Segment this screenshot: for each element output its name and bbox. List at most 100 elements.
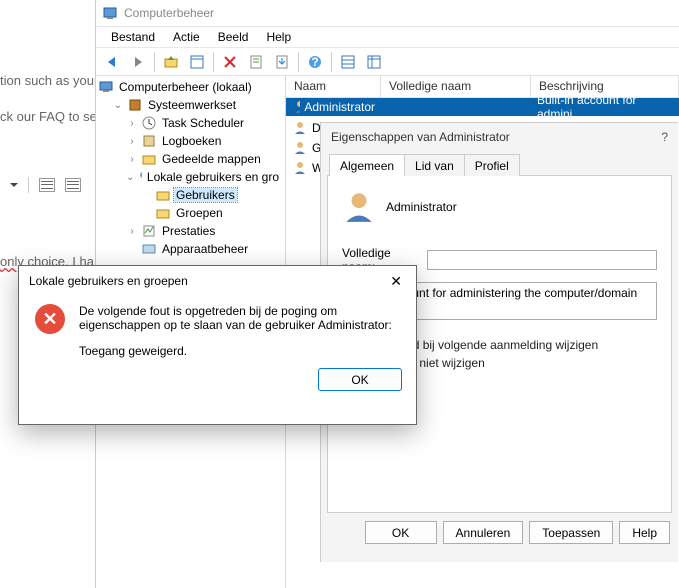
error-dialog: Lokale gebruikers en groepen ✕ ✕ De volg…	[18, 265, 417, 425]
toolbar: ?	[96, 48, 679, 76]
tree-label: Gebruikers	[174, 188, 237, 202]
tree-lokale-gebruikers[interactable]: ⌄ Lokale gebruikers en gro	[126, 168, 285, 186]
help-button[interactable]: Help	[619, 521, 670, 544]
user-icon	[292, 120, 308, 136]
tab-lid-van[interactable]: Lid van	[404, 154, 465, 176]
tree-prestaties[interactable]: › Prestaties	[126, 222, 285, 240]
user-large-icon	[342, 190, 376, 224]
delete-button[interactable]	[218, 50, 242, 74]
error-ok-button[interactable]: OK	[318, 368, 402, 391]
tree-systeemwerkset[interactable]: ⌄ Systeemwerkset	[112, 96, 285, 114]
help-button[interactable]: ?	[661, 130, 668, 144]
fullname-input[interactable]	[427, 250, 657, 270]
list-view-icon	[340, 54, 356, 70]
show-hide-button[interactable]	[185, 50, 209, 74]
bg-text: ck our FAQ to see	[0, 109, 104, 124]
collapse-icon[interactable]: ⌄	[112, 100, 124, 111]
tree-gebruikers[interactable]: Gebruikers	[140, 186, 285, 204]
device-icon	[141, 241, 157, 257]
tree-apparaatbeheer[interactable]: Apparaatbeheer	[126, 240, 285, 258]
menu-beeld[interactable]: Beeld	[209, 27, 258, 47]
list-icon	[39, 178, 55, 192]
tree-label: Gedeelde mappen	[160, 152, 263, 166]
titlebar: Computerbeheer	[96, 0, 679, 26]
cancel-button[interactable]: Annuleren	[443, 521, 524, 544]
folder-icon	[155, 205, 171, 221]
tab-profiel[interactable]: Profiel	[464, 154, 520, 176]
detail-view-icon	[366, 54, 382, 70]
window-icon	[189, 54, 205, 70]
tools-icon	[127, 97, 143, 113]
log-icon	[141, 133, 157, 149]
delete-icon	[222, 54, 238, 70]
tree-label: Computerbeheer (lokaal)	[117, 80, 254, 94]
back-button[interactable]	[100, 50, 124, 74]
bg-toolbar	[10, 177, 81, 193]
tree-label: Apparaatbeheer	[160, 242, 250, 256]
tabstrip: Algemeen Lid van Profiel	[321, 151, 678, 175]
list-row-administrator[interactable]: Administrator Built-in account for admin…	[286, 98, 679, 116]
close-button[interactable]: ✕	[384, 271, 408, 292]
app-icon	[102, 5, 118, 21]
tree-task-scheduler[interactable]: › Task Scheduler	[126, 114, 285, 132]
error-detail: Toegang geweigerd.	[79, 344, 400, 358]
computer-icon	[98, 79, 114, 95]
menu-bestand[interactable]: Bestand	[102, 27, 164, 47]
error-title: Lokale gebruikers en groepen	[29, 274, 188, 288]
tree-label: Logboeken	[160, 134, 223, 148]
refresh-button[interactable]	[244, 50, 268, 74]
view-detail-button[interactable]	[362, 50, 386, 74]
user-icon	[292, 99, 300, 115]
shared-folder-icon	[141, 151, 157, 167]
tree-label: Lokale gebruikers en gro	[145, 170, 281, 184]
svg-text:?: ?	[311, 55, 318, 69]
collapse-icon[interactable]: ⌄	[126, 172, 134, 183]
window-title: Computerbeheer	[124, 6, 214, 20]
expand-icon[interactable]: ›	[126, 154, 138, 165]
col-naam[interactable]: Naam	[286, 76, 381, 97]
menu-actie[interactable]: Actie	[164, 27, 209, 47]
folder-up-icon	[163, 54, 179, 70]
tree-logboeken[interactable]: › Logboeken	[126, 132, 285, 150]
cell-name: Administrator	[304, 100, 375, 114]
tree-label: Systeemwerkset	[146, 98, 238, 112]
error-icon: ✕	[35, 304, 65, 334]
expand-icon[interactable]: ›	[126, 136, 138, 147]
tree-gedeelde-mappen[interactable]: › Gedeelde mappen	[126, 150, 285, 168]
username-label: Administrator	[386, 200, 457, 214]
col-volledige-naam[interactable]: Volledige naam	[381, 76, 531, 97]
help-button[interactable]: ?	[303, 50, 327, 74]
menubar: Bestand Actie Beeld Help	[96, 26, 679, 48]
list-icon	[65, 178, 81, 192]
expand-icon[interactable]: ›	[126, 118, 138, 129]
clock-icon	[141, 115, 157, 131]
expand-icon[interactable]: ›	[126, 226, 138, 237]
folder-icon	[155, 187, 171, 203]
users-icon	[137, 169, 142, 185]
performance-icon	[141, 223, 157, 239]
bg-text: tion such as your	[0, 73, 98, 88]
forward-button[interactable]	[126, 50, 150, 74]
tree-label: Prestaties	[160, 224, 217, 238]
tree-label: Task Scheduler	[160, 116, 246, 130]
refresh-icon	[248, 54, 264, 70]
export-button[interactable]	[270, 50, 294, 74]
arrow-left-icon	[104, 54, 120, 70]
tab-algemeen[interactable]: Algemeen	[329, 154, 405, 176]
cell-desc: Built-in account for admini	[531, 93, 679, 121]
tree-groepen[interactable]: Groepen	[140, 204, 285, 222]
error-message: De volgende fout is opgetreden bij de po…	[79, 304, 400, 332]
ok-button[interactable]: OK	[365, 521, 437, 544]
arrow-right-icon	[130, 54, 146, 70]
up-button[interactable]	[159, 50, 183, 74]
help-icon: ?	[307, 54, 323, 70]
apply-button[interactable]: Toepassen	[529, 521, 613, 544]
user-icon	[292, 140, 308, 156]
export-icon	[274, 54, 290, 70]
dialog-title: Eigenschappen van Administrator	[331, 130, 510, 144]
menu-help[interactable]: Help	[257, 27, 300, 47]
tree-label: Groepen	[174, 206, 225, 220]
tree-root[interactable]: Computerbeheer (lokaal)	[98, 78, 285, 96]
user-icon	[292, 160, 308, 176]
view-list-button[interactable]	[336, 50, 360, 74]
